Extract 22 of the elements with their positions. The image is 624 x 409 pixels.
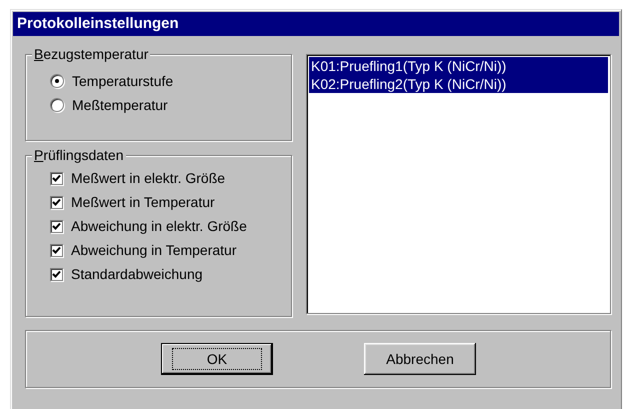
- checkbox-label: Meßwert in Temperatur: [71, 194, 215, 210]
- radio-label: Meßtemperatur: [72, 97, 168, 113]
- radio-button[interactable]: [50, 74, 64, 88]
- list-item[interactable]: K02:Pruefling2(Typ K (NiCr/Ni)): [309, 75, 608, 93]
- group-title: Bezugstemperatur: [32, 46, 150, 63]
- list-box[interactable]: K01:Pruefling1(Typ K (NiCr/Ni)) K02:Pruefling2(Typ K (NiCr/Ni)): [306, 54, 611, 314]
- dialog-button[interactable]: OK: [161, 343, 273, 375]
- radio-button[interactable]: [50, 98, 64, 112]
- checkbox-label: Standardabweichung: [71, 266, 203, 282]
- checkbox[interactable]: [50, 196, 63, 208]
- checkbox-label: Meßwert in elektr. Größe: [71, 170, 226, 186]
- checkbox-label: Abweichung in Temperatur: [71, 242, 237, 258]
- checkbox-label: Abweichung in elektr. Größe: [71, 218, 247, 234]
- group-title: Prüflingsdaten: [32, 147, 126, 164]
- window-title: Protokolleinstellungen: [13, 12, 619, 36]
- radio-label: Temperaturstufe: [72, 73, 174, 89]
- checkbox[interactable]: [50, 268, 63, 280]
- list-item[interactable]: K01:Pruefling1(Typ K (NiCr/Ni)): [309, 57, 608, 75]
- checkbox[interactable]: [50, 172, 63, 184]
- checkbox[interactable]: [50, 244, 63, 256]
- checkbox[interactable]: [50, 220, 63, 232]
- dialog-button[interactable]: Abbrechen: [364, 343, 476, 375]
